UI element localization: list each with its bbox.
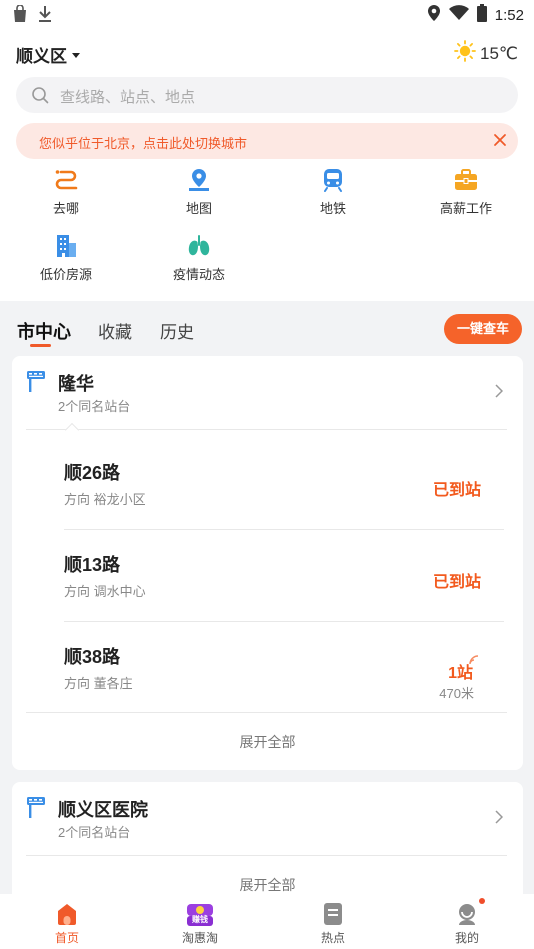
grid-item-jobs[interactable]: 高薪工作 xyxy=(416,168,516,217)
stop-subtitle: 2个同名站台 xyxy=(58,399,131,414)
route-distance: 470米 xyxy=(439,686,474,701)
route-direction: 方向 董各庄 xyxy=(64,676,133,691)
route-row[interactable]: 顺13路 方向 调水中心 已到站 xyxy=(12,551,523,643)
divider xyxy=(64,621,504,622)
route-name: 顺13路 xyxy=(64,555,121,575)
route-name: 顺26路 xyxy=(64,463,121,483)
tab-label: 首页 xyxy=(54,931,79,945)
city-selector[interactable]: 顺义区 xyxy=(16,42,80,67)
wifi-icon xyxy=(448,5,469,26)
route-direction: 方向 裕龙小区 xyxy=(64,492,146,507)
route-icon xyxy=(54,168,78,192)
route-stops-away: 1站 xyxy=(448,665,473,682)
chevron-right-icon xyxy=(495,810,504,829)
tab-label: 热点 xyxy=(320,931,345,945)
city-label: 顺义区 xyxy=(16,47,67,66)
tab-home[interactable]: 首页 xyxy=(27,894,107,949)
download-icon xyxy=(38,5,52,28)
expand-all-button[interactable]: 展开全部 xyxy=(12,875,523,895)
check-bus-button[interactable]: 一键查车 xyxy=(444,314,522,344)
subway-icon xyxy=(321,168,345,192)
search-bar[interactable]: 查线路、站点、地点 xyxy=(16,77,518,113)
notification-dot xyxy=(479,898,485,904)
earn-badge: 赚钱 xyxy=(192,915,208,924)
grid-label: 低价房源 xyxy=(39,267,92,282)
profile-icon xyxy=(455,898,485,926)
stop-subtitle: 2个同名站台 xyxy=(58,825,131,840)
stop-name: 顺义区医院 xyxy=(58,800,148,820)
stop-header[interactable]: 顺义区医院 2个同名站台 xyxy=(12,782,523,854)
grid-label: 地图 xyxy=(185,201,212,216)
bus-stop-icon xyxy=(26,796,46,823)
tab-underline xyxy=(30,344,51,347)
bus-stop-icon xyxy=(26,370,46,397)
grid-label: 疫情动态 xyxy=(172,267,225,282)
weather[interactable]: 15℃ xyxy=(454,40,518,67)
route-row[interactable]: 顺38路 方向 董各庄 1站 470米 xyxy=(12,643,523,735)
divider xyxy=(26,429,507,430)
briefcase-icon xyxy=(454,168,478,192)
tab-mine[interactable]: 我的 xyxy=(427,894,507,949)
route-status: 已到站 xyxy=(432,482,481,499)
top-area: 1:52 顺义区 15℃ 查线路、站点、地点 您似乎位于北京，点击此处切换城市 … xyxy=(0,0,534,301)
route-name: 顺38路 xyxy=(64,647,121,667)
tab-taohuitao[interactable]: 赚钱 淘惠淘 xyxy=(160,894,240,949)
grid-item-covid[interactable]: 疫情动态 xyxy=(149,234,249,283)
temperature: 15℃ xyxy=(479,43,518,63)
grid-item-housing[interactable]: 低价房源 xyxy=(16,234,116,283)
stop-card: 隆华 2个同名站台 顺26路 方向 裕龙小区 已到站 顺13路 方向 调水中心 … xyxy=(12,356,523,770)
city-switch-notice[interactable]: 您似乎位于北京，点击此处切换城市 xyxy=(16,123,518,159)
search-placeholder: 查线路、站点、地点 xyxy=(60,89,196,106)
close-icon[interactable] xyxy=(492,132,508,153)
caret-down-icon xyxy=(72,53,80,58)
header: 顺义区 15℃ xyxy=(16,40,518,66)
grid-label: 去哪 xyxy=(52,201,79,216)
bag-icon xyxy=(12,4,28,28)
status-time: 1:52 xyxy=(494,7,524,24)
chevron-right-icon xyxy=(495,384,504,403)
map-pin-icon xyxy=(187,168,211,192)
news-icon xyxy=(321,902,345,926)
building-icon xyxy=(54,234,78,258)
route-status: 已到站 xyxy=(432,574,481,591)
route-direction: 方向 调水中心 xyxy=(64,584,146,599)
grid-item-map[interactable]: 地图 xyxy=(149,168,249,217)
divider xyxy=(26,712,507,713)
tab-label: 淘惠淘 xyxy=(181,931,218,945)
search-icon xyxy=(31,86,49,109)
grid-item-subway[interactable]: 地铁 xyxy=(283,168,383,217)
tab-city-center[interactable]: 市中心 xyxy=(17,318,71,344)
tab-bar-top: 市中心 收藏 历史 一键查车 xyxy=(0,312,534,352)
stop-card: 顺义区医院 2个同名站台 展开全部 xyxy=(12,782,523,894)
grid-label: 地铁 xyxy=(319,201,346,216)
status-bar: 1:52 xyxy=(0,0,534,30)
tab-label: 我的 xyxy=(454,931,479,945)
sun-icon xyxy=(454,40,476,67)
divider xyxy=(64,529,504,530)
divider xyxy=(26,855,507,856)
treasure-icon: 赚钱 xyxy=(187,902,213,926)
stop-name: 隆华 xyxy=(58,374,94,394)
location-icon xyxy=(427,4,441,27)
route-row[interactable]: 顺26路 方向 裕龙小区 已到站 xyxy=(12,459,523,551)
tab-hot[interactable]: 热点 xyxy=(293,894,373,949)
tab-favorites[interactable]: 收藏 xyxy=(98,318,132,343)
lungs-icon xyxy=(187,234,211,258)
expand-all-button[interactable]: 展开全部 xyxy=(12,732,523,752)
notice-text: 您似乎位于北京，点击此处切换城市 xyxy=(39,136,248,151)
bottom-tab-bar: 首页 赚钱 淘惠淘 热点 我的 xyxy=(0,894,534,949)
grid-item-go[interactable]: 去哪 xyxy=(16,168,116,217)
home-icon xyxy=(55,902,79,926)
stop-header[interactable]: 隆华 2个同名站台 xyxy=(12,356,523,428)
tab-history[interactable]: 历史 xyxy=(160,318,194,343)
battery-icon xyxy=(476,4,487,27)
grid-label: 高薪工作 xyxy=(439,201,492,216)
